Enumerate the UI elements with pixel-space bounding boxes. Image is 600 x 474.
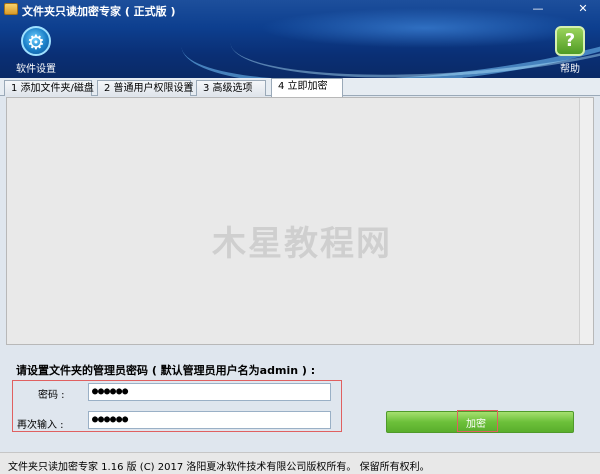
repeat-password-field[interactable]: ●●●●●● [88,411,331,429]
password-prompt: 请设置文件夹的管理员密码 ( 默认管理员用户名为admin ) : [16,364,316,377]
repeat-password-label: 再次输入 : [17,420,64,431]
close-button[interactable]: ✕ [575,2,591,16]
encrypt-button-label: 加密 [466,419,486,430]
help-button[interactable]: ? 帮助 [548,26,592,75]
help-label: 帮助 [560,64,580,75]
password-field[interactable]: ●●●●●● [88,383,331,401]
settings-button[interactable]: 软件设置 [8,26,64,75]
title-bar: 文件夹只读加密专家 ( 正式版 ) — ✕ [0,0,600,20]
copyright-text: 文件夹只读加密专家 1.16 版 (C) 2017 洛阳夏冰软件技术有限公司版权… [8,462,430,473]
gear-icon [21,26,51,56]
password-label: 密码 : [38,390,65,401]
folder-list-panel: 木星教程网 [6,97,594,345]
status-bar: 文件夹只读加密专家 1.16 版 (C) 2017 洛阳夏冰软件技术有限公司版权… [0,452,600,474]
panel-scrollbar[interactable] [579,98,593,344]
tab-encrypt-now[interactable]: 4 立即加密 [271,78,343,97]
tab-user-permissions[interactable]: 2 普通用户权限设置 [97,80,194,96]
header-banner: 文件夹只读加密专家 ( 正式版 ) — ✕ 软件设置 ? 帮助 [0,0,600,78]
minimize-button[interactable]: — [530,2,546,16]
settings-label: 软件设置 [16,64,56,75]
app-folder-icon [4,3,18,15]
watermark: 木星教程网 [212,224,392,264]
tab-bar: 1 添加文件夹/磁盘 2 普通用户权限设置 3 高级选项 4 立即加密 [0,78,600,97]
tab-add-folder[interactable]: 1 添加文件夹/磁盘 [4,80,94,96]
help-icon: ? [555,26,585,56]
tab-advanced[interactable]: 3 高级选项 [196,80,266,96]
window-title: 文件夹只读加密专家 ( 正式版 ) [22,5,176,18]
